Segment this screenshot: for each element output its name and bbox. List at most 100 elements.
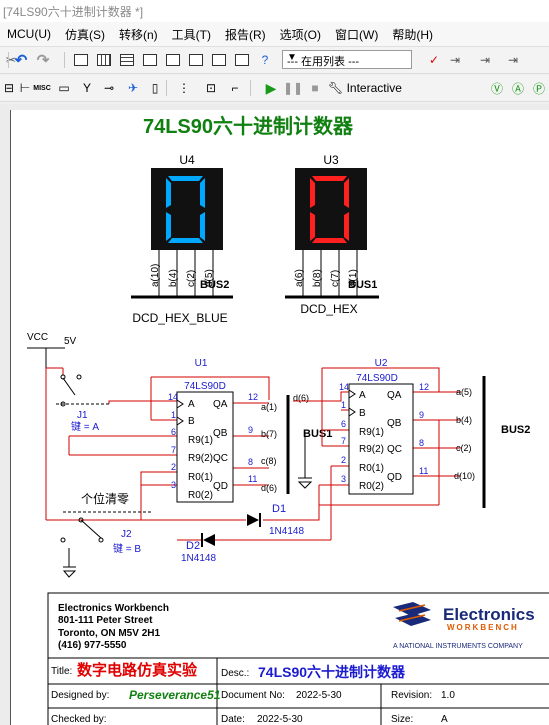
u1-net-c: c(8) (261, 456, 277, 466)
chip-u1-ref: U1 (195, 358, 208, 369)
tb-date-value: 2022-5-30 (257, 714, 303, 725)
chip-u1-model: 74LS90D (184, 381, 226, 392)
chart-icon[interactable] (187, 51, 205, 69)
u1-out-qb: QB (213, 428, 228, 439)
u2-out-qb: QB (387, 418, 402, 429)
u2-out-qc: QC (387, 444, 402, 455)
run-icon[interactable]: ▶ (262, 79, 280, 97)
ewb-logo: Electronics WORKBENCH A NATIONAL INSTRUM… (393, 602, 535, 650)
probe-chip-icon[interactable]: ⊡ (202, 79, 220, 97)
u4-pin-a: a(10) (150, 264, 161, 287)
tb-title-value: 数字电路仿真实验 (77, 661, 198, 679)
u2-in-r91: R9(1) (359, 427, 384, 438)
spreadsheet-icon[interactable] (210, 51, 228, 69)
interactive-button[interactable]: 🔧︎ Interactive (328, 79, 408, 97)
tb-desc-label: Desc.: (221, 668, 249, 679)
bus2-label: BUS2 (501, 424, 530, 436)
misc-icon[interactable]: MISC (33, 79, 51, 97)
menu-simulate[interactable]: 仿真(S) (58, 26, 112, 43)
u1-pin12: 12 (248, 392, 258, 402)
resistor-icon[interactable]: ⊢ (16, 79, 34, 97)
u1-pin2: 2 (171, 462, 176, 472)
tb-revision-value: 1.0 (441, 690, 455, 701)
u1-pin8: 8 (248, 457, 253, 467)
u2-pin8: 8 (419, 438, 424, 448)
u1-pin3: 3 (171, 480, 176, 490)
u1-in-r92: R9(2) (188, 453, 213, 464)
probe-icon[interactable]: ✓ (425, 51, 443, 69)
u2-in-b: B (359, 408, 366, 419)
u3-pin-c: c(7) (330, 270, 341, 287)
u3-bus-label: BUS1 (348, 279, 377, 291)
tb-address2: Toronto, ON M5V 2H1 (58, 628, 160, 639)
instrument-toolbar: ⊟ ⊢ MISC ▭ Y ⊸ ✈ ▯ ⋮ ⊡ ⌐ ▶ ❚❚ ■ 🔧︎ Inter… (0, 75, 549, 102)
schematic-sheet[interactable]: 74LS90六十进制计数器 U4 0 a(10) b(4) c(2) d(5) … (10, 110, 549, 725)
u2-pin3: 3 (341, 474, 346, 484)
clipboard-icon[interactable] (233, 51, 251, 69)
display-u3-ref: U3 (323, 153, 339, 167)
window-titlebar: [74LS90六十进制计数器 *] (0, 0, 549, 23)
wrench-icon: 🔧︎ (328, 81, 344, 95)
tb-phone: (416) 977-5550 (58, 640, 127, 651)
arrow-right-icon-3[interactable]: ⇥ (504, 51, 522, 69)
menu-tools[interactable]: 工具(T) (165, 26, 218, 43)
u2-in-r02: R0(2) (359, 481, 384, 492)
monitor-icon[interactable]: ▭ (55, 79, 73, 97)
toggle-icon[interactable] (72, 51, 90, 69)
diode-d2-ref: D2 (186, 540, 200, 552)
mouse-icon[interactable]: ▯ (146, 79, 164, 97)
help-icon[interactable]: ? (256, 51, 274, 69)
u1-pin1: 1 (171, 410, 176, 420)
menu-help[interactable]: 帮助(H) (385, 26, 440, 43)
u2-pin11: 11 (419, 466, 428, 476)
menu-transfer[interactable]: 转移(n) (112, 26, 165, 43)
power-probe-icon[interactable]: Ⓟ (530, 79, 548, 97)
current-probe-icon[interactable]: Ⓐ (509, 79, 527, 97)
tb-company: Electronics Workbench (58, 603, 169, 614)
u1-in-r91: R9(1) (188, 435, 213, 446)
undo-icon[interactable]: ↶ (12, 51, 30, 69)
switch-j1-ref: J1 (77, 410, 88, 421)
tb-docno-value: 2022-5-30 (296, 690, 342, 701)
u2-pin9: 9 (419, 410, 424, 420)
tb-date-label: Date: (221, 714, 245, 725)
u1-net-b: b(7) (261, 429, 277, 439)
menu-mcu[interactable]: MCU(U) (0, 27, 58, 41)
wave-icon[interactable] (164, 51, 182, 69)
menu-reports[interactable]: 报告(R) (218, 26, 273, 43)
u2-net-a: a(5) (456, 387, 472, 397)
u1-net-a: a(1) (261, 402, 277, 412)
tb-designed-label: Designed by: (51, 690, 109, 701)
u2-pin7: 7 (341, 436, 346, 446)
grid-icon[interactable] (95, 51, 113, 69)
inuse-list-dropdown[interactable]: --- 在用列表 --- ▼ (282, 50, 412, 69)
standard-toolbar: ✂ ↶ ↷ ? --- 在用列表 --- ▼ ✓ ⇥ ⇥ ⇥ (0, 47, 549, 74)
chip-u2-ref: U2 (375, 358, 388, 369)
u1-pin7: 7 (171, 445, 176, 455)
arrow-right-icon-2[interactable]: ⇥ (476, 51, 494, 69)
u4-pin-c: c(2) (186, 270, 197, 287)
connector-icon[interactable]: ⊸ (100, 79, 118, 97)
tb-revision-label: Revision: (391, 690, 432, 701)
vcc-value: 5V (64, 336, 77, 347)
arrow-right-icon[interactable]: ⇥ (446, 51, 464, 69)
antenna-icon[interactable]: Y (78, 79, 96, 97)
step-icon[interactable]: ⌐ (226, 79, 244, 97)
plane-icon[interactable]: ✈ (124, 79, 142, 97)
menu-options[interactable]: 选项(O) (273, 26, 328, 43)
u2-net-b: b(4) (456, 415, 472, 425)
u1-out-qc: QC (213, 453, 228, 464)
component-icon[interactable] (141, 51, 159, 69)
redo-icon[interactable]: ↷ (34, 51, 52, 69)
u4-pin-b: b(4) (168, 269, 179, 287)
vcc-label: VCC (27, 332, 48, 343)
u1-pin6: 6 (171, 427, 176, 437)
voltage-probe-icon[interactable]: Ⓥ (488, 79, 506, 97)
ladder-icon[interactable]: ⋮ (175, 79, 193, 97)
u2-pin12: 12 (419, 382, 429, 392)
menu-window[interactable]: 窗口(W) (328, 26, 385, 43)
stop-icon[interactable]: ■ (306, 79, 324, 97)
table-icon[interactable] (118, 51, 136, 69)
pause-icon[interactable]: ❚❚ (283, 79, 303, 97)
u2-in-a: A (359, 390, 366, 401)
